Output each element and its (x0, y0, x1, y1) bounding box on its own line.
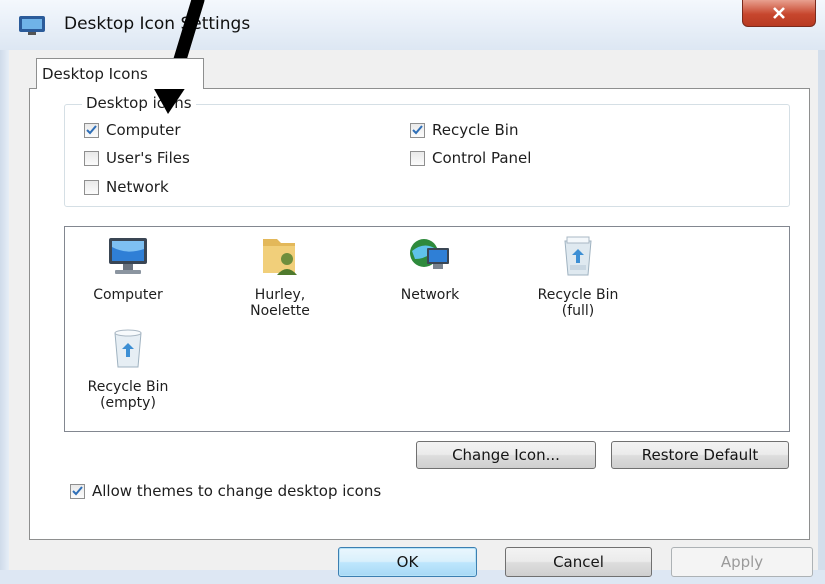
checkbox-control-panel[interactable]: Control Panel (410, 149, 531, 167)
checkbox-computer[interactable]: Computer (84, 121, 181, 139)
recycle-bin-empty-icon (114, 329, 142, 368)
icon-label: Computer (93, 287, 163, 303)
checkbox-allow-themes[interactable]: Allow themes to change desktop icons (70, 482, 381, 500)
user-folder-icon (263, 239, 297, 275)
checkbox-label: User's Files (106, 149, 190, 167)
checkbox-box[interactable] (84, 179, 99, 195)
icon-label: Hurley, Noelette (250, 287, 310, 319)
icon-item-recycle-bin-empty[interactable]: Recycle Bin (empty) (73, 325, 183, 411)
computer-icon (109, 238, 147, 274)
checkbox-users-files[interactable]: User's Files (84, 149, 190, 167)
desktop-icon-settings-app-icon (19, 16, 45, 35)
icon-list: Computer Hurley, Noelette Network Recycl… (64, 226, 790, 432)
checkbox-label: Recycle Bin (432, 121, 519, 139)
restore-default-button[interactable]: Restore Default (611, 441, 789, 469)
change-icon-button[interactable]: Change Icon... (416, 441, 596, 469)
checkbox-box[interactable] (84, 122, 99, 138)
window-title: Desktop Icon Settings (64, 14, 251, 34)
icon-item-user-files[interactable]: Hurley, Noelette (225, 233, 335, 319)
icon-label: Recycle Bin (full) (537, 287, 619, 319)
checkbox-box[interactable] (84, 150, 99, 166)
checkmark-icon (412, 125, 423, 135)
checkbox-recycle-bin[interactable]: Recycle Bin (410, 121, 518, 139)
checkbox-label: Allow themes to change desktop icons (92, 482, 382, 500)
tab-desktop-icons[interactable]: Desktop Icons (36, 58, 204, 89)
checkbox-label: Computer (106, 121, 181, 139)
close-button[interactable] (742, 0, 816, 27)
checkbox-label: Network (106, 178, 169, 196)
checkbox-network[interactable]: Network (84, 178, 169, 196)
checkbox-box[interactable] (410, 150, 425, 166)
icon-item-network[interactable]: Network (375, 233, 485, 303)
network-icon (410, 239, 449, 269)
icon-item-computer[interactable]: Computer (73, 233, 183, 303)
icon-label: Recycle Bin (empty) (87, 379, 169, 411)
groupbox-title: Desktop icons (82, 94, 196, 112)
checkmark-icon (86, 125, 97, 135)
title-bar: Desktop Icon Settings (0, 0, 825, 50)
checkmark-icon (72, 486, 83, 496)
window-frame-left (0, 50, 9, 584)
icon-label: Network (400, 287, 460, 303)
checkbox-box[interactable] (70, 483, 85, 499)
checkbox-box[interactable] (410, 122, 425, 138)
recycle-bin-full-icon (564, 236, 592, 276)
close-icon (773, 7, 785, 19)
apply-button[interactable]: Apply (671, 547, 813, 577)
cancel-button[interactable]: Cancel (505, 547, 652, 577)
window-frame-right (818, 50, 825, 584)
checkbox-label: Control Panel (432, 149, 532, 167)
icon-item-recycle-bin-full[interactable]: Recycle Bin (full) (523, 233, 633, 319)
ok-button[interactable]: OK (338, 547, 477, 577)
